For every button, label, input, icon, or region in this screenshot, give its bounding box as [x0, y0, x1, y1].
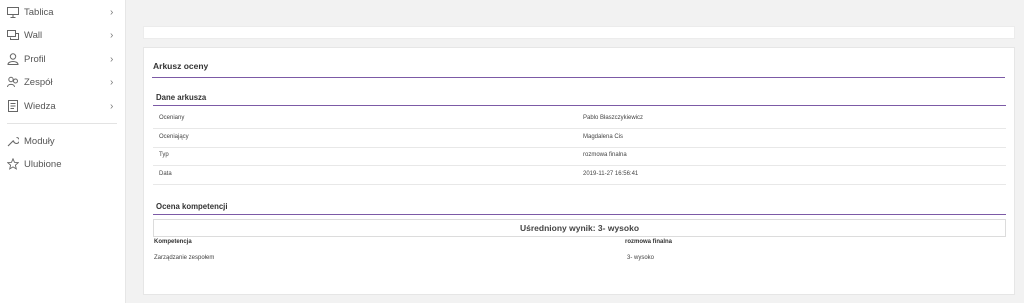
table-row: Oceniający Magdalena Cis [153, 129, 1006, 148]
column-header-interview: rozmowa finalna [625, 239, 673, 245]
sheet-data-section-title: Dane arkusza [156, 93, 207, 102]
evaluation-sheet-card: Arkusz oceny Dane arkusza Oceniany Pablo… [143, 47, 1015, 295]
sidebar-item-zespol[interactable]: Zespół › [0, 72, 126, 92]
sidebar-divider [7, 123, 117, 124]
row-key: Data [159, 171, 172, 177]
column-header-competence: Kompetencja [154, 239, 192, 245]
sidebar-item-label: Wiedza [24, 100, 56, 112]
average-result: Uśredniony wynik: 3- wysoko [519, 223, 640, 233]
sidebar-item-label: Zespół [24, 76, 53, 88]
sidebar-item-label: Wall [24, 29, 43, 41]
row-value: rozmowa finalna [583, 152, 627, 158]
user-icon [7, 53, 19, 65]
sidebar-item-tablica[interactable]: Tablica › [0, 2, 126, 22]
sidebar-item-wiedza[interactable]: Wiedza › [0, 96, 126, 116]
chevron-right-icon: › [110, 100, 114, 112]
sidebar-item-label: Profil [24, 53, 46, 65]
section-divider [153, 214, 1006, 215]
chevron-right-icon: › [110, 6, 114, 18]
sidebar-item-ulubione[interactable]: Ulubione [0, 154, 126, 174]
sidebar-item-label: Ulubione [24, 158, 62, 170]
competence-name: Zarządzanie zespołem [154, 255, 215, 261]
section-divider [153, 105, 1006, 106]
competence-score: 3- wysoko [627, 255, 655, 261]
wrench-icon [7, 135, 19, 147]
sidebar-item-wall[interactable]: Wall › [0, 25, 126, 45]
table-row: Typ rozmowa finalna [153, 147, 1006, 166]
title-divider [152, 77, 1005, 78]
sidebar: Tablica › Wall › Profil › Zespół › Wiedz… [0, 0, 126, 303]
sidebar-item-label: Moduły [24, 135, 55, 147]
chevron-right-icon: › [110, 29, 114, 41]
row-key: Typ [159, 152, 169, 158]
competence-section-title: Ocena kompetencji [156, 202, 228, 211]
row-value: Magdalena Cis [583, 134, 624, 140]
page-title: Arkusz oceny [153, 61, 209, 71]
team-icon [7, 76, 19, 88]
row-value: Pablo Błaszczykiewicz [583, 115, 644, 121]
star-icon [7, 158, 19, 170]
document-icon [7, 100, 19, 112]
chevron-right-icon: › [110, 53, 114, 65]
row-key: Oceniający [159, 134, 189, 140]
sidebar-item-profil[interactable]: Profil › [0, 49, 126, 69]
top-bar [143, 26, 1015, 39]
sidebar-item-label: Tablica [24, 6, 54, 18]
sidebar-item-moduly[interactable]: Moduły [0, 131, 126, 151]
row-key: Oceniany [159, 115, 185, 121]
row-value: 2019-11-27 16:56:41 [583, 171, 639, 177]
monitor-icon [7, 6, 19, 18]
average-result-box: Uśredniony wynik: 3- wysoko [153, 219, 1006, 237]
chevron-right-icon: › [110, 76, 114, 88]
chat-icon [7, 29, 19, 41]
table-row: Data 2019-11-27 16:56:41 [153, 166, 1006, 185]
table-row: Oceniany Pablo Błaszczykiewicz [153, 110, 1006, 129]
